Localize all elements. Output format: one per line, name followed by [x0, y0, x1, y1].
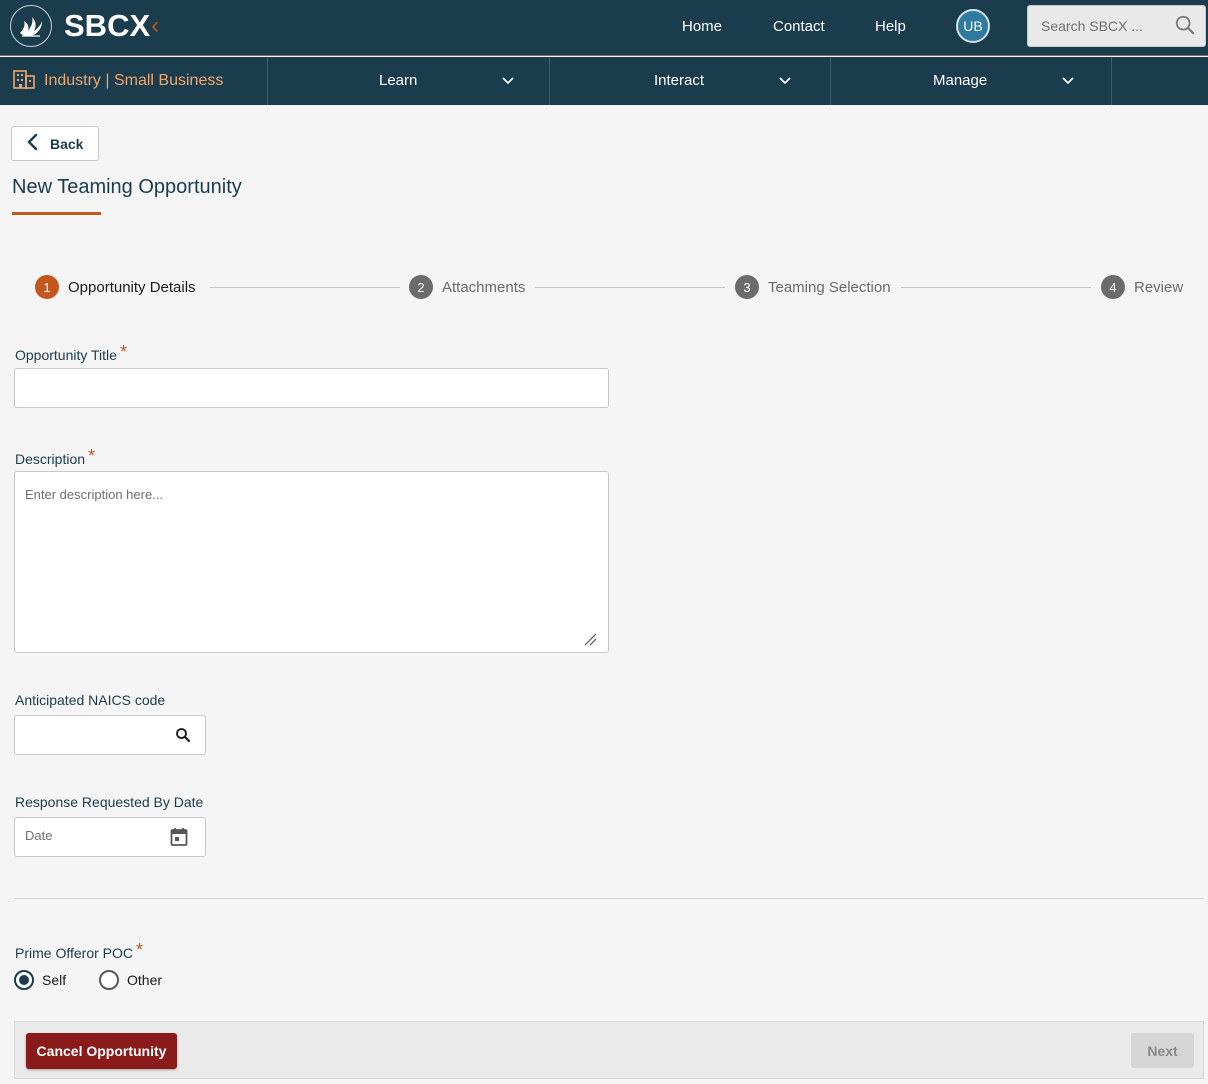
radio-checked-icon	[14, 970, 34, 990]
search-icon[interactable]	[174, 726, 192, 749]
title-underline	[12, 212, 101, 215]
form-footer: Cancel Opportunity Next	[14, 1021, 1204, 1079]
stepper-connector	[901, 287, 1091, 288]
step-attachments[interactable]: 2 Attachments	[409, 275, 525, 299]
step-review[interactable]: 4 Review	[1101, 275, 1183, 299]
response-date-field	[14, 817, 206, 857]
org-switcher[interactable]: Industry | Small Business	[0, 57, 268, 105]
poc-radio-self[interactable]: Self	[14, 970, 66, 990]
step-label: Teaming Selection	[768, 278, 891, 296]
nav-manage-label: Manage	[933, 72, 988, 89]
nav-interact-label: Interact	[654, 72, 705, 89]
step-label: Opportunity Details	[68, 278, 196, 296]
prime-offeror-poc-label-text: Prime Offeror POC	[15, 945, 133, 961]
step-number: 4	[1101, 275, 1125, 299]
nav-learn-menu[interactable]: Learn	[269, 57, 550, 105]
step-number: 2	[409, 275, 433, 299]
step-number: 3	[735, 275, 759, 299]
radio-label: Other	[127, 972, 163, 988]
step-number: 1	[35, 275, 59, 299]
response-date-input[interactable]	[15, 818, 165, 852]
section-divider	[14, 898, 1204, 899]
opportunity-title-label-text: Opportunity Title	[15, 347, 117, 363]
step-label: Attachments	[442, 278, 526, 296]
response-date-label: Response Requested By Date	[15, 794, 204, 810]
naics-input[interactable]	[15, 716, 165, 754]
next-button[interactable]: Next	[1131, 1033, 1194, 1068]
chevron-down-icon	[1061, 74, 1075, 92]
nav-learn-label: Learn	[379, 72, 418, 89]
prime-offeror-poc-label: Prime Offeror POC *	[15, 940, 144, 963]
chevron-down-icon	[778, 74, 792, 92]
resize-handle-icon[interactable]	[583, 632, 597, 651]
logo-accent-icon: ‹	[151, 12, 160, 39]
back-button[interactable]: Back	[11, 126, 99, 161]
chevron-down-icon	[501, 74, 515, 92]
opportunity-title-input[interactable]	[14, 368, 609, 408]
back-label: Back	[50, 135, 84, 152]
naics-label: Anticipated NAICS code	[15, 692, 166, 708]
poc-radio-other[interactable]: Other	[99, 970, 162, 990]
stepper-connector	[210, 287, 400, 288]
nav-manage-menu[interactable]: Manage	[831, 57, 1112, 105]
top-header: SBCX ‹ Home Contact Help UB	[0, 0, 1208, 56]
chevron-left-icon	[26, 133, 38, 154]
step-teaming-selection[interactable]: 3 Teaming Selection	[735, 275, 891, 299]
step-label: Review	[1134, 278, 1184, 296]
nav-home-link[interactable]: Home	[682, 0, 722, 52]
search-input[interactable]	[1028, 6, 1168, 46]
radio-unchecked-icon	[99, 970, 119, 990]
search-icon[interactable]	[1174, 14, 1196, 41]
building-icon	[13, 69, 35, 94]
search-box	[1027, 5, 1206, 47]
hhs-seal-icon	[10, 5, 52, 47]
nav-interact-menu[interactable]: Interact	[550, 57, 831, 105]
naics-field	[14, 715, 206, 755]
cancel-opportunity-button[interactable]: Cancel Opportunity	[26, 1033, 177, 1069]
calendar-icon[interactable]	[170, 827, 188, 852]
nav-help-link[interactable]: Help	[875, 0, 906, 52]
required-marker: *	[136, 940, 144, 960]
stepper-connector	[535, 287, 725, 288]
sbcx-logo[interactable]: SBCX ‹	[10, 5, 159, 47]
secondary-nav: Industry | Small Business Learn Interact…	[0, 57, 1208, 105]
radio-label: Self	[42, 972, 67, 988]
required-marker: *	[88, 446, 96, 466]
required-marker: *	[119, 342, 127, 362]
page-title: New Teaming Opportunity	[12, 176, 242, 198]
opportunity-title-label: Opportunity Title *	[15, 342, 127, 365]
description-label-text: Description	[15, 451, 86, 467]
org-label: Industry | Small Business	[44, 72, 224, 89]
description-textarea[interactable]	[14, 471, 609, 653]
description-label: Description *	[15, 446, 96, 469]
nav-contact-link[interactable]: Contact	[773, 0, 825, 52]
logo-text: SBCX	[64, 8, 151, 43]
user-avatar[interactable]: UB	[956, 9, 990, 43]
step-opportunity-details[interactable]: 1 Opportunity Details	[35, 275, 196, 299]
